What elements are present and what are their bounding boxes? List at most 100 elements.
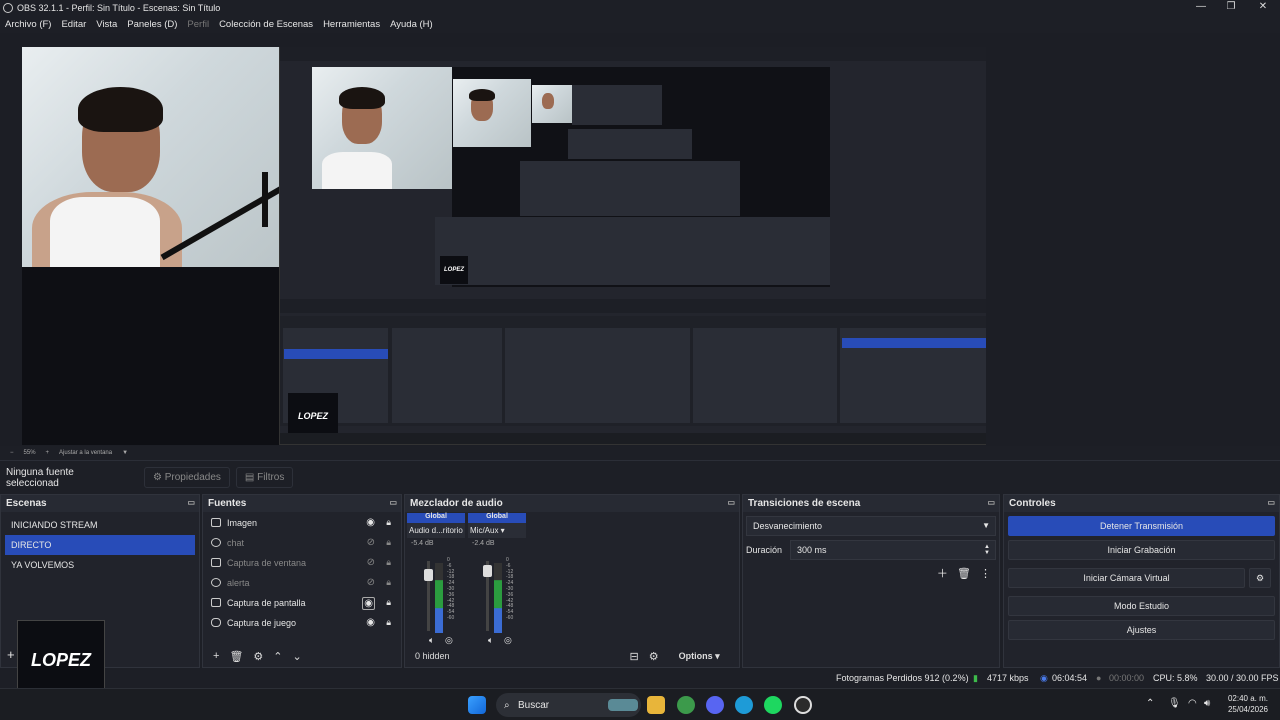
- scene-item-iniciando[interactable]: INICIANDO STREAM: [5, 515, 195, 535]
- advanced-audio-icon[interactable]: ⚙: [649, 650, 659, 663]
- eye-icon[interactable]: ◉: [362, 597, 375, 610]
- source-item-window-capture[interactable]: Captura de ventana ⊘ 🔒︎: [203, 553, 401, 573]
- zoom-out-button[interactable]: −: [10, 450, 14, 456]
- mixer-toolbar: 0 hidden ⊟ ⚙ Options ▾: [405, 645, 739, 667]
- volume-fader[interactable]: [483, 561, 492, 631]
- minimize-button[interactable]: —: [1186, 0, 1216, 15]
- add-source-button[interactable]: +: [213, 650, 219, 662]
- lock-icon[interactable]: 🔒︎: [386, 517, 391, 528]
- properties-label: Propiedades: [164, 472, 221, 483]
- scene-item-directo[interactable]: DIRECTO: [5, 535, 195, 555]
- menu-view[interactable]: Vista: [94, 19, 119, 30]
- record-icon: ●: [1096, 673, 1102, 683]
- global-badge: Global: [407, 513, 465, 523]
- windows-start-icon[interactable]: [468, 696, 486, 714]
- transitions-dock: Transiciones de escena ▭ Desvanecimiento ▼…: [742, 494, 1000, 668]
- fit-window-label[interactable]: Ajustar a la ventana: [59, 450, 112, 456]
- more-icon[interactable]: ⋮: [980, 568, 991, 580]
- menu-help[interactable]: Ayuda (H): [388, 19, 435, 30]
- volume-icon[interactable]: 🔊︎: [1204, 698, 1210, 709]
- discord-icon[interactable]: [706, 696, 724, 714]
- taskbar-clock[interactable]: 02:40 a. m. 25/04/2026: [1228, 693, 1268, 715]
- menu-bar: Archivo (F) Editar Vista Paneles (D) Per…: [0, 15, 1280, 33]
- hidden-count[interactable]: 0 hidden: [415, 651, 450, 661]
- tray-chevron-icon[interactable]: ⌃: [1146, 698, 1154, 709]
- eye-hidden-icon[interactable]: ⊘: [367, 577, 375, 588]
- dock-float-icon[interactable]: ▭: [389, 498, 397, 507]
- audio-mixer-dock: Mezclador de audio ▭ Global Audio d...rit…: [404, 494, 740, 668]
- trash-icon[interactable]: 🗑︎: [957, 568, 971, 580]
- dock-float-icon[interactable]: ▭: [1267, 498, 1275, 507]
- search-icon: ⌕: [504, 699, 510, 711]
- file-explorer-icon[interactable]: [647, 696, 665, 714]
- gear-icon[interactable]: ⚙: [1249, 568, 1271, 588]
- start-virtual-camera-button[interactable]: Iniciar Cámara Virtual: [1008, 568, 1245, 588]
- options-button[interactable]: Options ▾: [669, 651, 720, 662]
- trash-icon[interactable]: 🗑︎: [229, 650, 243, 663]
- duration-input[interactable]: 300 ms ▲ ▼: [790, 540, 996, 560]
- zoom-dropdown-icon[interactable]: ▼: [122, 450, 128, 456]
- monitor-icon: [211, 598, 221, 607]
- eye-hidden-icon[interactable]: ⊘: [367, 537, 375, 548]
- source-item-imagen[interactable]: Imagen ◉ 🔒︎: [203, 513, 401, 533]
- filters-button[interactable]: ▤ Filtros: [235, 467, 294, 488]
- dock-float-icon[interactable]: ▭: [187, 498, 195, 507]
- menu-docks[interactable]: Paneles (D): [125, 19, 179, 30]
- move-up-button[interactable]: ⌃: [273, 650, 282, 663]
- eye-icon[interactable]: ◉: [366, 517, 375, 528]
- zoom-in-button[interactable]: +: [46, 450, 50, 456]
- transition-select[interactable]: Desvanecimiento ▼: [746, 516, 996, 536]
- close-button[interactable]: ✕: [1248, 0, 1278, 15]
- source-item-alerta[interactable]: alerta ⊘ 🔒︎: [203, 573, 401, 593]
- menu-profile[interactable]: Perfil: [185, 19, 211, 30]
- scenes-dock: Escenas ▭ INICIANDO STREAM DIRECTO YA VOL…: [0, 494, 200, 700]
- mixer-channel-mic: Global Mic/Aux ▾ -2.4 dB 0 -6 -12 -18 -24 -30…: [468, 513, 526, 648]
- channel-name[interactable]: Mic/Aux ▾: [468, 523, 526, 538]
- search-highlight-icon[interactable]: [608, 699, 638, 711]
- gamepad-icon: [211, 618, 221, 627]
- add-transition-button[interactable]: ＋: [937, 568, 948, 580]
- spotify-icon[interactable]: [764, 696, 782, 714]
- menu-file[interactable]: Archivo (F): [3, 19, 53, 30]
- scene-item-volvemos[interactable]: YA VOLVEMOS: [5, 555, 195, 575]
- channel-name[interactable]: Audio d...ritorio: [407, 523, 465, 538]
- spin-icon[interactable]: ▲ ▼: [984, 544, 990, 556]
- volume-fader[interactable]: [424, 561, 433, 631]
- menu-scene-collection[interactable]: Colección de Escenas: [217, 19, 315, 30]
- eye-icon[interactable]: ◉: [366, 617, 375, 628]
- chrome-icon[interactable]: [677, 696, 695, 714]
- preview-area[interactable]: LOPEZ LOPEZ: [0, 33, 1280, 446]
- stream-time: 06:04:54: [1052, 673, 1088, 683]
- dock-float-icon[interactable]: ▭: [727, 498, 735, 507]
- lock-icon[interactable]: 🔒︎: [386, 557, 391, 568]
- gear-icon[interactable]: ⚙: [253, 650, 263, 663]
- lock-icon[interactable]: 🔒︎: [386, 597, 391, 608]
- lock-icon[interactable]: 🔒︎: [386, 577, 391, 588]
- settings-button[interactable]: Ajustes: [1008, 620, 1275, 640]
- source-item-screen-capture[interactable]: Captura de pantalla ◉ 🔒︎: [203, 593, 401, 613]
- properties-button[interactable]: ⚙ Propiedades: [144, 467, 230, 488]
- volume-meter: [494, 563, 502, 633]
- wifi-icon[interactable]: ◠: [1188, 698, 1197, 709]
- microphone-icon[interactable]: 🎙︎: [1168, 698, 1181, 709]
- source-item-game-capture[interactable]: Captura de juego ◉ 🔒︎: [203, 613, 401, 633]
- eye-hidden-icon[interactable]: ⊘: [367, 557, 375, 568]
- obs-taskbar-icon[interactable]: [794, 696, 812, 714]
- dock-float-icon[interactable]: ▭: [987, 498, 995, 507]
- layout-icon[interactable]: ⊟: [630, 650, 639, 663]
- zoom-level[interactable]: 55%: [24, 450, 36, 456]
- add-scene-button[interactable]: +: [7, 647, 15, 662]
- source-item-chat[interactable]: chat ⊘ 🔒︎: [203, 533, 401, 553]
- start-record-button[interactable]: Iniciar Grabación: [1008, 540, 1275, 560]
- edge-icon[interactable]: [735, 696, 753, 714]
- stop-stream-button[interactable]: Detener Transmisión: [1008, 516, 1275, 536]
- maximize-button[interactable]: ❐: [1216, 0, 1246, 15]
- lock-icon[interactable]: 🔒︎: [386, 617, 391, 628]
- preview-canvas[interactable]: LOPEZ LOPEZ: [22, 47, 986, 445]
- lock-icon[interactable]: 🔒︎: [386, 537, 391, 548]
- dropped-frames: Fotogramas Perdidos 912 (0.2%): [836, 673, 969, 683]
- move-down-button[interactable]: ⌄: [293, 650, 302, 663]
- menu-edit[interactable]: Editar: [59, 19, 88, 30]
- menu-tools[interactable]: Herramientas: [321, 19, 382, 30]
- studio-mode-button[interactable]: Modo Estudio: [1008, 596, 1275, 616]
